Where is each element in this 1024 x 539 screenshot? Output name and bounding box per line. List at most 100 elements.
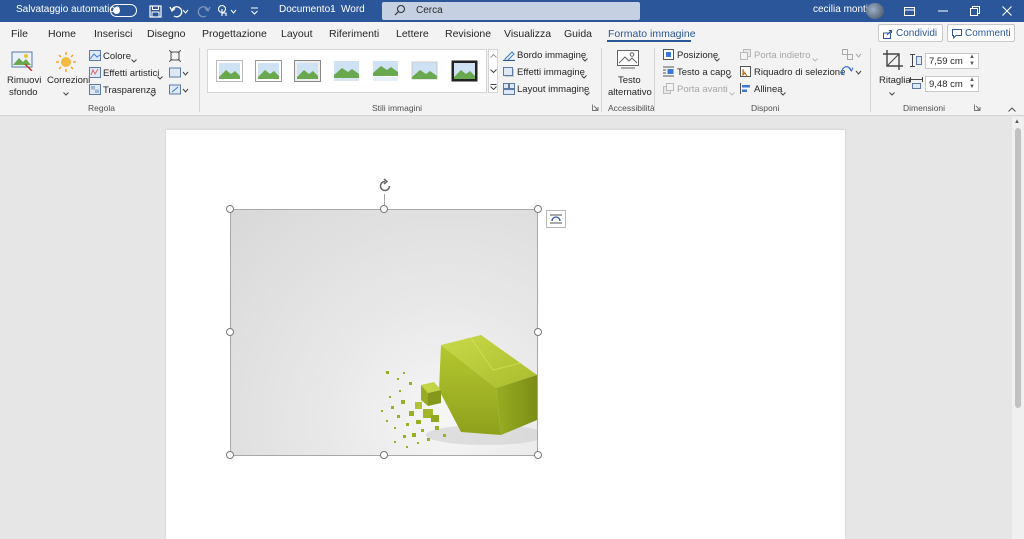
sun-icon — [55, 51, 77, 76]
save-icon[interactable] — [147, 3, 163, 19]
resize-handle-bottom-right[interactable] — [534, 451, 542, 459]
more-styles-icon[interactable] — [490, 84, 497, 90]
chevron-down-icon[interactable] — [490, 69, 497, 73]
height-input[interactable]: 7,59 cm ▲ ▼ — [925, 53, 979, 69]
ribbon-display-options-icon[interactable] — [892, 0, 926, 22]
wrap-text-label: Testo a capo — [677, 67, 731, 78]
resize-handle-top-right[interactable] — [534, 205, 542, 213]
picture-style-3[interactable] — [294, 60, 321, 82]
picture-style-4[interactable] — [333, 60, 360, 82]
picture-effects-icon — [503, 66, 515, 81]
tab-disegno[interactable]: Disegno — [147, 28, 186, 40]
vertical-scrollbar[interactable]: ▲ — [1012, 117, 1024, 539]
dialog-launcher-icon[interactable] — [974, 104, 981, 113]
close-icon[interactable] — [990, 0, 1024, 22]
bring-forward-label: Porta avanti — [677, 84, 728, 95]
tab-revisione[interactable]: Revisione — [445, 28, 491, 40]
group-objects-icon[interactable] — [842, 49, 862, 64]
crop-icon — [883, 50, 903, 73]
rotate-icon[interactable] — [841, 66, 862, 81]
resize-handle-bottom[interactable] — [380, 451, 388, 459]
selection-pane-icon — [740, 66, 751, 80]
restore-icon[interactable] — [958, 0, 992, 22]
chevron-up-icon[interactable] — [490, 54, 497, 58]
collapse-ribbon-icon[interactable] — [1008, 103, 1016, 115]
picture-style-2[interactable] — [255, 60, 282, 82]
chevron-down-icon — [780, 87, 786, 99]
search-box[interactable]: Cerca — [382, 2, 640, 20]
autosave-label: Salvataggio automatico — [16, 4, 120, 15]
autosave-toggle[interactable] — [110, 4, 137, 17]
tab-file[interactable]: File — [11, 28, 28, 40]
resize-handle-right[interactable] — [534, 328, 542, 336]
tab-progettazione[interactable]: Progettazione — [202, 28, 267, 40]
scrollbar-thumb[interactable] — [1015, 128, 1021, 408]
customize-toolbar-icon[interactable] — [246, 3, 262, 19]
layout-options-button[interactable] — [546, 210, 566, 228]
width-input[interactable]: 9,48 cm ▲ ▼ — [925, 76, 979, 92]
touch-dropdown-icon[interactable] — [229, 3, 237, 19]
avatar[interactable] — [866, 3, 884, 19]
picture-styles-gallery[interactable] — [207, 49, 487, 93]
comments-button[interactable]: Commenti — [947, 24, 1015, 42]
reset-picture-icon[interactable] — [169, 84, 189, 99]
gallery-scroll[interactable] — [488, 49, 498, 93]
picture-border-label: Bordo immagine — [517, 50, 587, 61]
ribbon-tabs: File Home Inserisci Disegno Progettazion… — [0, 22, 1024, 44]
group-divider — [199, 48, 200, 112]
height-value: 7,59 cm — [929, 56, 963, 67]
width-icon — [910, 77, 923, 92]
redo-icon[interactable] — [196, 3, 212, 19]
rotate-handle-icon[interactable] — [377, 178, 393, 194]
chevron-down-icon — [150, 88, 156, 100]
bring-forward-icon — [663, 83, 674, 97]
resize-handle-top[interactable] — [380, 205, 388, 213]
change-picture-icon[interactable] — [169, 67, 189, 82]
chevron-down-icon — [157, 71, 163, 83]
tab-riferimenti[interactable]: Riferimenti — [329, 28, 379, 40]
wrap-text-icon — [663, 66, 674, 80]
width-spinner[interactable]: ▲ ▼ — [969, 77, 975, 91]
picture-border-icon — [503, 49, 515, 64]
color-icon — [89, 50, 101, 64]
resize-handle-bottom-left[interactable] — [226, 451, 234, 459]
picture-effects-label: Effetti immagine — [517, 67, 585, 78]
resize-handle-left[interactable] — [226, 328, 234, 336]
tab-lettere[interactable]: Lettere — [396, 28, 429, 40]
user-name[interactable]: cecilia monti — [813, 4, 868, 15]
selection-pane-label: Riquadro di selezione — [754, 67, 846, 78]
transparency-icon — [89, 84, 101, 98]
tab-layout[interactable]: Layout — [281, 28, 313, 40]
tab-home[interactable]: Home — [48, 28, 76, 40]
selected-picture[interactable] — [230, 209, 538, 456]
height-icon — [910, 54, 922, 70]
minimize-icon[interactable] — [926, 0, 960, 22]
tab-inserisci[interactable]: Inserisci — [94, 28, 133, 40]
picture-style-6[interactable] — [411, 60, 438, 82]
undo-dropdown-icon[interactable] — [181, 3, 189, 19]
chevron-down-icon — [729, 87, 735, 99]
picture-style-7[interactable] — [451, 60, 478, 82]
share-button[interactable]: Condividi — [878, 24, 943, 42]
group-title-stili: Stili immagini — [372, 103, 423, 113]
alt-text-label-2: alternativo — [608, 87, 652, 98]
send-backward-label: Porta indietro — [754, 50, 811, 61]
document-title: Documento1 — [279, 4, 336, 15]
height-spinner[interactable]: ▲ ▼ — [969, 54, 975, 68]
title-bar: Salvataggio automatico Documento1 - Word… — [0, 0, 1024, 22]
dialog-launcher-icon[interactable] — [592, 104, 599, 113]
tab-guida[interactable]: Guida — [564, 28, 592, 40]
compress-pictures-icon[interactable] — [168, 49, 182, 65]
group-divider — [601, 48, 602, 112]
resize-handle-top-left[interactable] — [226, 205, 234, 213]
picture-style-5[interactable] — [372, 60, 399, 82]
chevron-down-icon — [584, 87, 590, 99]
scroll-up-icon[interactable]: ▲ — [1014, 119, 1020, 125]
search-placeholder: Cerca — [416, 5, 443, 16]
position-label: Posizione — [677, 50, 719, 61]
tab-formato-immagine[interactable]: Formato immagine — [608, 28, 696, 40]
group-title-accessibilita: Accessibilità — [608, 103, 655, 113]
comments-label: Commenti — [965, 28, 1011, 39]
tab-visualizza[interactable]: Visualizza — [504, 28, 551, 40]
picture-style-1[interactable] — [216, 60, 243, 82]
